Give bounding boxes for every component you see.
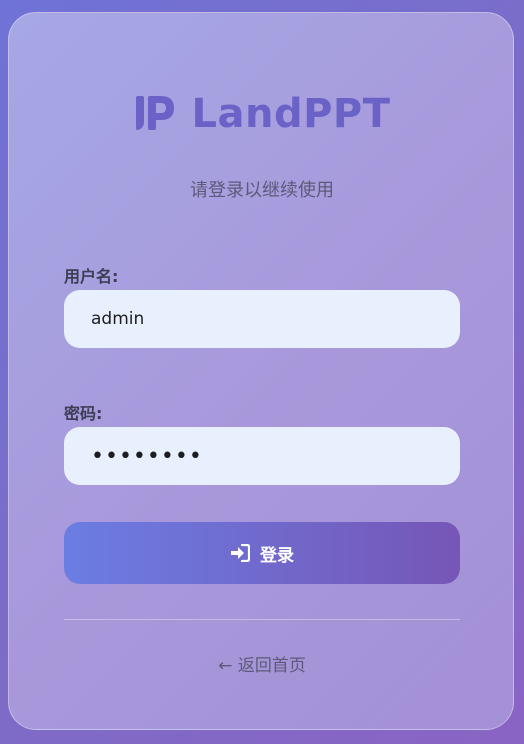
- landppt-logo-icon: [133, 94, 177, 134]
- password-label: 密码:: [64, 404, 103, 423]
- login-subtitle: 请登录以继续使用: [190, 180, 334, 201]
- username-input[interactable]: admin: [64, 290, 460, 348]
- sign-in-icon: [230, 544, 250, 562]
- password-input[interactable]: ••••••••: [64, 427, 460, 485]
- login-button-label: 登录: [260, 545, 294, 566]
- username-label: 用户名:: [64, 267, 119, 286]
- divider: [64, 619, 460, 620]
- brand-header: LandPPT: [9, 91, 515, 137]
- login-card: LandPPT 请登录以继续使用 用户名: admin 密码: ••••••••…: [8, 12, 514, 730]
- back-home-link[interactable]: ← 返回首页: [9, 651, 515, 676]
- brand-name: LandPPT: [191, 91, 391, 137]
- login-button[interactable]: 登录: [64, 522, 460, 584]
